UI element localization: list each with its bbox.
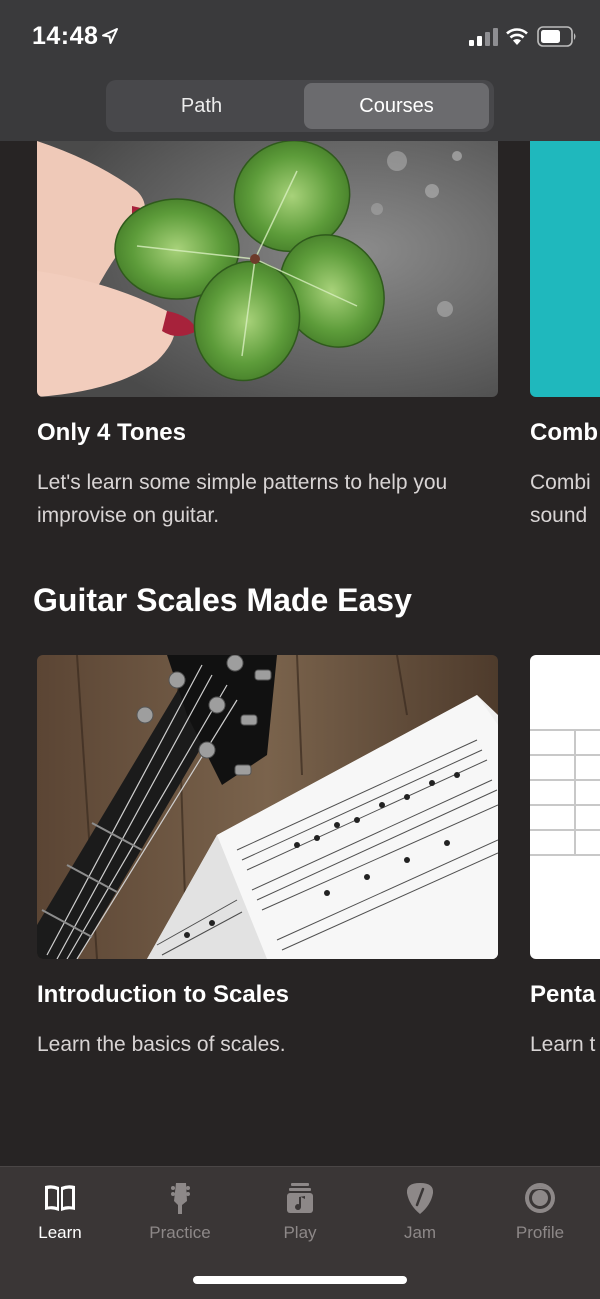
course-card-title[interactable]: Introduction to Scales bbox=[37, 981, 289, 1009]
segment-path[interactable]: Path bbox=[109, 83, 294, 129]
header: 14:48 Path Courses bbox=[0, 0, 600, 141]
tab-label: Practice bbox=[149, 1223, 211, 1242]
tab-label: Profile bbox=[515, 1223, 565, 1242]
course-card-title-partial[interactable]: Comb bbox=[530, 419, 598, 447]
tab-practice[interactable]: Practice bbox=[120, 1167, 240, 1257]
tab-label: Play bbox=[283, 1223, 317, 1242]
course-card-image-pentatonic[interactable] bbox=[530, 655, 600, 959]
home-indicator[interactable] bbox=[193, 1276, 407, 1284]
tab-label: Learn bbox=[38, 1223, 82, 1242]
courses-scroll-content[interactable]: Only 4 Tones Let's learn some simple pat… bbox=[0, 141, 600, 1166]
avatar-icon bbox=[525, 1183, 555, 1213]
wifi-icon bbox=[506, 28, 528, 45]
guitar-and-sheet-music-photo bbox=[37, 655, 498, 959]
course-card-image-introduction-to-scales[interactable] bbox=[37, 655, 498, 959]
guitar-pick-icon bbox=[406, 1183, 434, 1214]
tab-learn[interactable]: Learn bbox=[0, 1167, 120, 1257]
four-leaf-clover-photo bbox=[37, 141, 498, 397]
fretboard-diagram bbox=[530, 729, 600, 856]
status-time: 14:48 bbox=[32, 22, 99, 50]
book-icon bbox=[45, 1185, 75, 1211]
segment-courses[interactable]: Courses bbox=[304, 83, 489, 129]
course-card-image-combi[interactable] bbox=[530, 141, 600, 397]
tab-label: Jam bbox=[403, 1223, 437, 1242]
music-library-icon bbox=[287, 1183, 313, 1213]
location-arrow-icon bbox=[102, 28, 118, 44]
path-courses-segmented-control: Path Courses bbox=[106, 80, 494, 132]
guitar-headstock-icon bbox=[171, 1183, 190, 1214]
course-card-description: Let's learn some simple patterns to help… bbox=[37, 471, 448, 527]
course-card-description: Learn the basics of scales. bbox=[37, 1033, 286, 1056]
course-card-title-partial[interactable]: Penta bbox=[530, 981, 595, 1009]
tab-play[interactable]: Play bbox=[240, 1167, 360, 1257]
battery-icon bbox=[537, 26, 576, 47]
course-card-image-only-4-tones[interactable] bbox=[37, 141, 498, 397]
tab-profile[interactable]: Profile bbox=[480, 1167, 600, 1257]
section-title: Guitar Scales Made Easy bbox=[33, 582, 412, 618]
cellular-signal-icon bbox=[469, 28, 498, 46]
course-card-description-partial: Learn t bbox=[530, 1033, 596, 1056]
tab-jam[interactable]: Jam bbox=[360, 1167, 480, 1257]
course-card-description-partial: Combi sound bbox=[530, 471, 591, 527]
course-card-title[interactable]: Only 4 Tones bbox=[37, 419, 186, 447]
status-bar: 14:48 bbox=[0, 0, 600, 72]
